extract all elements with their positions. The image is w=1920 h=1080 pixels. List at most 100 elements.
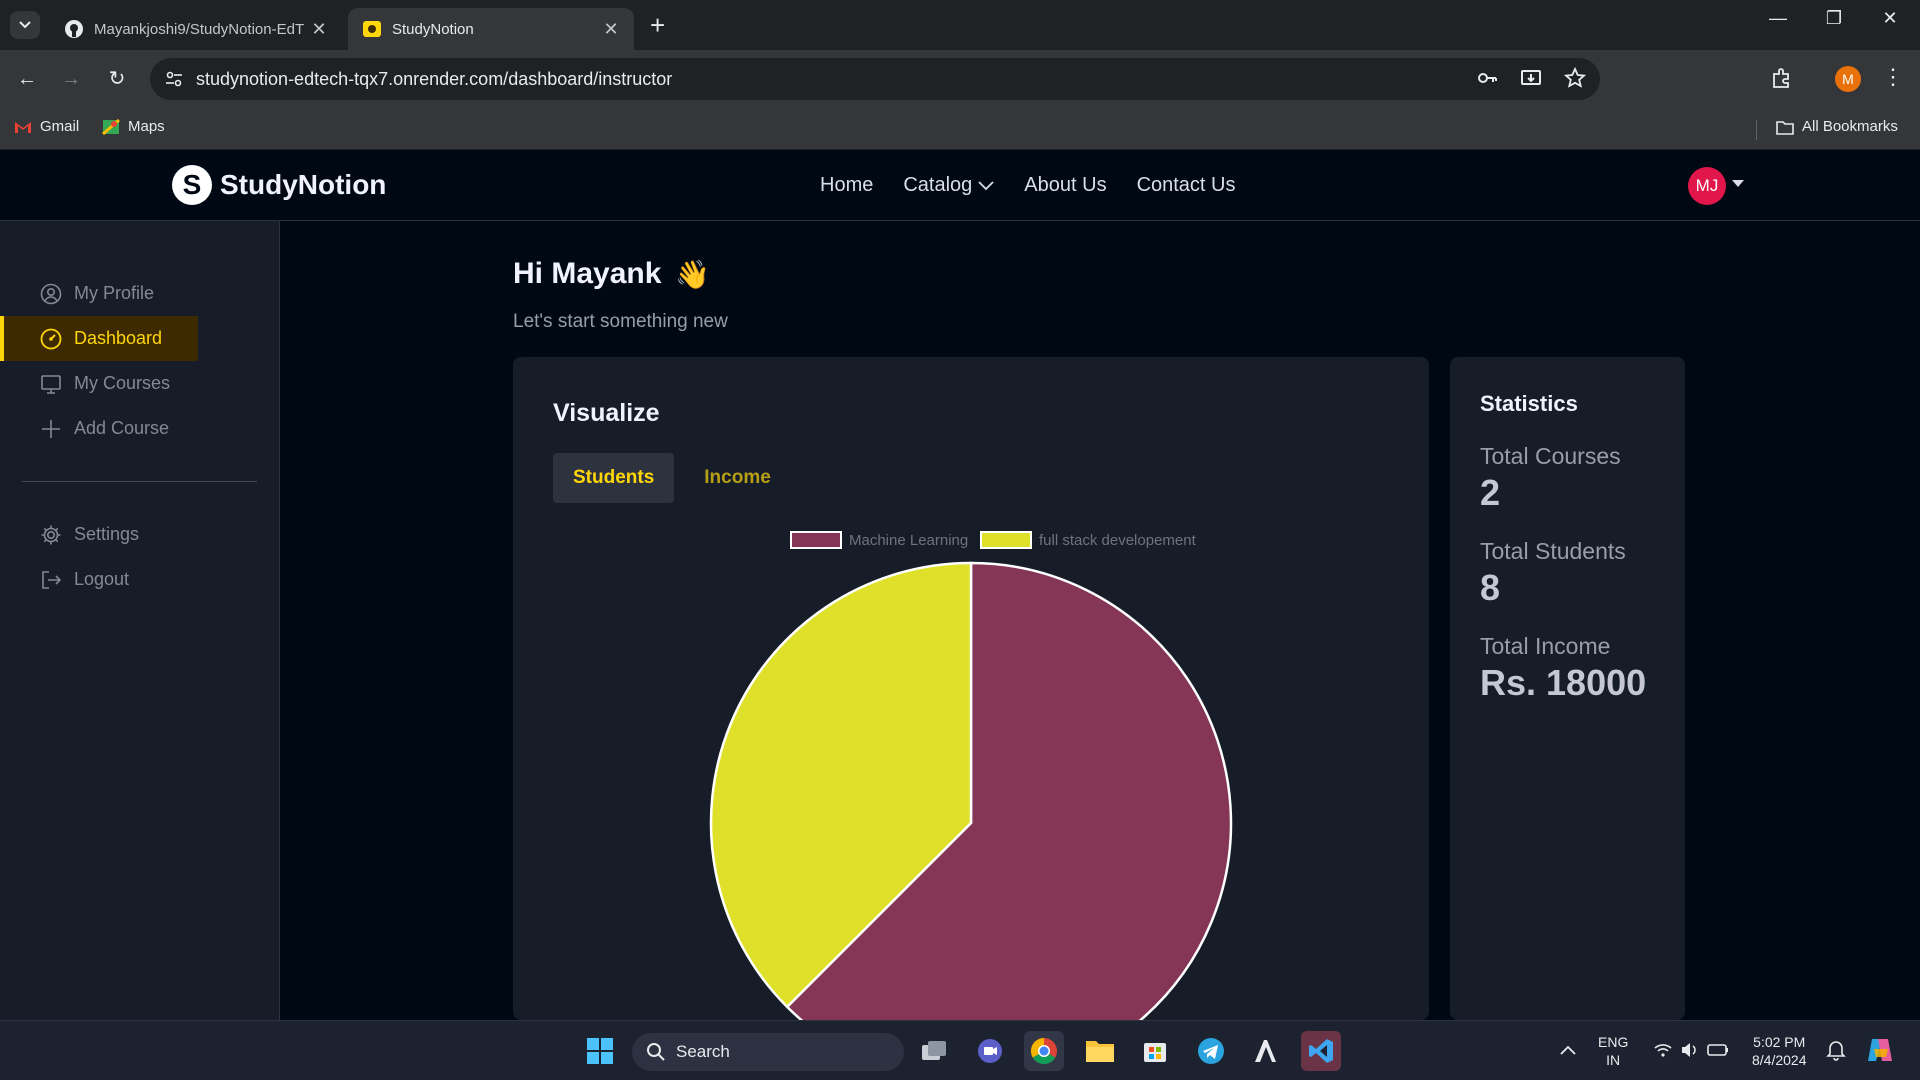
stat-label-total-courses: Total Courses	[1480, 443, 1621, 469]
sidebar-item-label: Settings	[74, 524, 140, 544]
sidebar-item-label: Logout	[74, 569, 130, 589]
chrome-taskbar-button[interactable]	[1024, 1031, 1064, 1071]
bookmarks-bar: Gmail Maps All Bookmarks	[0, 108, 1920, 150]
store-button[interactable]	[1135, 1031, 1175, 1071]
task-view-button[interactable]	[914, 1031, 954, 1071]
minimize-icon[interactable]: —	[1758, 8, 1798, 29]
statistics-card: Statistics Total Courses 2 Total Student…	[1450, 357, 1685, 1020]
reload-button[interactable]: ↻	[102, 64, 132, 94]
page-title: Hi Mayank 👋	[513, 257, 710, 291]
sidebar-item-add-course[interactable]: Add Course	[0, 406, 198, 451]
vscode-button[interactable]	[1301, 1031, 1341, 1071]
sidebar-item-logout[interactable]: Logout	[0, 557, 198, 602]
notifications-button[interactable]	[1826, 1039, 1846, 1065]
bookmark-gmail[interactable]: Gmail	[14, 118, 79, 135]
legend-swatch[interactable]	[980, 531, 1032, 549]
logout-icon	[42, 570, 62, 589]
forward-button[interactable]: →	[56, 64, 86, 94]
folder-icon	[1776, 120, 1794, 135]
stat-value-total-students: 8	[1480, 567, 1501, 608]
bookmark-label: Gmail	[40, 118, 80, 135]
bell-icon	[1826, 1041, 1846, 1061]
store-icon	[1144, 1043, 1166, 1062]
windows-taskbar: Search ENG IN 5:02 PM 8/4/2024	[0, 1020, 1920, 1080]
copilot-button[interactable]	[1864, 1035, 1896, 1069]
wifi-volume-battery-icons	[1654, 1043, 1728, 1057]
sidebar-item-label: My Courses	[74, 373, 171, 393]
tab-studynotion[interactable]: StudyNotion ✕	[348, 8, 634, 50]
star-icon[interactable]	[1564, 67, 1586, 89]
sidebar-item-label: Dashboard	[74, 328, 163, 348]
tab-students[interactable]: Students	[553, 453, 675, 503]
close-tab-icon[interactable]: ✕	[310, 19, 328, 40]
tab-income[interactable]: Income	[684, 453, 791, 503]
install-app-icon[interactable]	[1520, 67, 1542, 89]
waving-hand-icon: 👋	[675, 258, 711, 290]
students-pie-chart: Machine Learning full stack developement	[709, 531, 1233, 1020]
start-button[interactable]	[580, 1031, 620, 1071]
axure-icon	[1255, 1040, 1276, 1062]
extensions-icon[interactable]	[1770, 66, 1794, 90]
clock[interactable]: 5:02 PM 8/4/2024	[1752, 1033, 1807, 1069]
sidebar-item-settings[interactable]: Settings	[0, 512, 198, 557]
key-icon[interactable]	[1476, 67, 1498, 89]
axure-button[interactable]	[1246, 1031, 1286, 1071]
clock-date: 8/4/2024	[1752, 1052, 1807, 1068]
site-navbar: S StudyNotion Home Catalog About Us Cont…	[0, 150, 1920, 221]
plus-icon	[42, 419, 60, 438]
folder-icon	[1086, 1041, 1114, 1062]
site-logo[interactable]: S StudyNotion	[172, 165, 386, 205]
tab-title: Mayankjoshi9/StudyNotion-EdT	[94, 20, 305, 38]
nav-label: About Us	[1024, 174, 1107, 196]
caret-down-icon[interactable]	[1732, 180, 1744, 187]
nav-label: Catalog	[903, 174, 973, 196]
visualize-card: Visualize Students Income Machine Learni…	[513, 357, 1429, 1020]
close-tab-icon[interactable]: ✕	[602, 19, 620, 40]
user-avatar[interactable]: MJ	[1688, 167, 1726, 205]
nav-catalog[interactable]: Catalog	[903, 174, 994, 197]
windows-logo-icon	[587, 1038, 613, 1064]
sidebar-item-label: Add Course	[74, 418, 170, 438]
restore-icon[interactable]: ❐	[1814, 8, 1854, 29]
address-bar[interactable]: studynotion-edtech-tqx7.onrender.com/das…	[150, 58, 1600, 100]
nav-home[interactable]: Home	[820, 174, 873, 197]
legend-label: full stack developement	[1039, 532, 1197, 549]
teams-button[interactable]	[970, 1031, 1010, 1071]
search-icon	[647, 1043, 665, 1061]
bookmarks-divider	[1756, 120, 1757, 140]
telegram-button[interactable]	[1191, 1031, 1231, 1071]
tab-github[interactable]: Mayankjoshi9/StudyNotion-EdT ✕	[50, 8, 342, 50]
sidebar-item-my-profile[interactable]: My Profile	[0, 271, 198, 316]
site-info-icon[interactable]	[164, 69, 184, 89]
browser-menu-icon[interactable]: ⋮	[1882, 64, 1904, 90]
sidebar-item-dashboard[interactable]: Dashboard	[0, 316, 198, 361]
legend-swatch[interactable]	[790, 531, 842, 549]
all-bookmarks[interactable]: All Bookmarks	[1776, 118, 1898, 135]
tab-search-button[interactable]	[10, 11, 40, 39]
gauge-icon	[40, 328, 62, 349]
back-button[interactable]: ←	[12, 64, 42, 94]
chart-tabs: Students Income	[553, 453, 791, 503]
taskbar-search[interactable]: Search	[632, 1033, 904, 1071]
stat-label-total-students: Total Students	[1480, 538, 1626, 564]
show-hidden-icons[interactable]	[1560, 1041, 1576, 1059]
teams-icon	[978, 1039, 1002, 1063]
browser-profile-avatar[interactable]: M	[1835, 66, 1861, 92]
greeting-text: Hi Mayank	[513, 257, 662, 290]
task-view-icon	[922, 1041, 946, 1060]
new-tab-button[interactable]: +	[650, 10, 665, 40]
region-label: IN	[1606, 1052, 1621, 1068]
close-window-icon[interactable]: ✕	[1870, 8, 1910, 29]
language-label: ENG	[1598, 1034, 1629, 1050]
input-language[interactable]: ENG IN	[1598, 1033, 1628, 1069]
search-label: Search	[676, 1042, 730, 1061]
tab-title: StudyNotion	[392, 20, 474, 38]
file-explorer-button[interactable]	[1080, 1031, 1120, 1071]
sidebar-item-label: My Profile	[74, 283, 155, 303]
nav-about-us[interactable]: About Us	[1024, 174, 1106, 197]
sidebar-item-my-courses[interactable]: My Courses	[0, 361, 198, 406]
studynotion-favicon	[363, 21, 381, 37]
system-status[interactable]	[1652, 1039, 1732, 1065]
nav-contact-us[interactable]: Contact Us	[1137, 174, 1236, 197]
bookmark-maps[interactable]: Maps	[102, 118, 165, 135]
